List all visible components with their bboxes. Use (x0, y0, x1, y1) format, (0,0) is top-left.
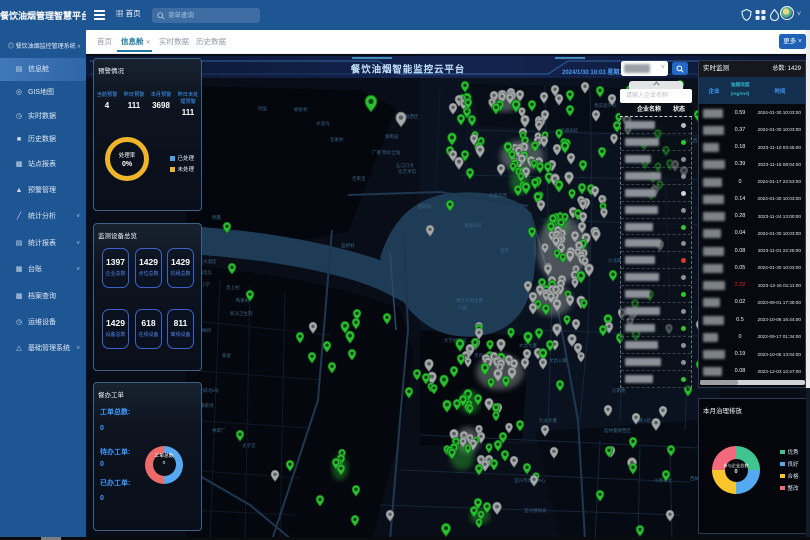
svg-text:紫荆园: 紫荆园 (385, 133, 399, 140)
svg-text:梅珂: 梅珂 (202, 327, 211, 334)
svg-text:太子坚: 太子坚 (242, 442, 256, 449)
svg-text:佳家宝: 佳家宝 (352, 175, 366, 181)
svg-text:周兰鸟郓宝西: 周兰鸟郓宝西 (456, 297, 483, 304)
svg-text:化艺术馆: 化艺术馆 (398, 168, 416, 175)
svg-text:文昌公寓: 文昌公寓 (549, 357, 567, 364)
svg-text:黑上村: 黑上村 (226, 284, 240, 291)
svg-text:九龙大厦: 九龙大厦 (539, 417, 557, 424)
svg-text:新派卫生院: 新派卫生院 (230, 310, 253, 317)
svg-text:俐鑫: 俐鑫 (212, 214, 221, 221)
svg-text:餐饮油烟智能监控云平台: 餐饮油烟智能监控云平台 (350, 64, 465, 76)
svg-text:康家场: 康家场 (200, 402, 214, 409)
svg-text:西刹乐: 西刹乐 (418, 203, 432, 210)
svg-text:毛家村: 毛家村 (330, 136, 344, 142)
svg-text:汕江口文: 汕江口文 (396, 162, 414, 169)
svg-text:蓝桥村: 蓝桥村 (341, 242, 355, 249)
svg-text:林家厂: 林家厂 (212, 427, 226, 434)
svg-text:宜筑: 宜筑 (500, 247, 509, 254)
svg-text:香湖天虹: 香湖天虹 (464, 222, 482, 229)
svg-text:紫金: 紫金 (222, 352, 231, 358)
svg-text:桂林警察西区: 桂林警察西区 (604, 427, 631, 434)
svg-text:躺星村: 躺星村 (294, 106, 308, 113)
svg-text:闲里: 闲里 (258, 105, 267, 112)
svg-text:水道沟: 水道沟 (316, 120, 330, 127)
svg-text:天鹅花苑: 天鹅花苑 (489, 192, 507, 199)
svg-text:宜兴措税局: 宜兴措税局 (524, 507, 547, 514)
svg-text:沁南路: 沁南路 (612, 387, 626, 394)
svg-text:广厦 鄂水全站: 广厦 鄂水全站 (372, 149, 401, 156)
